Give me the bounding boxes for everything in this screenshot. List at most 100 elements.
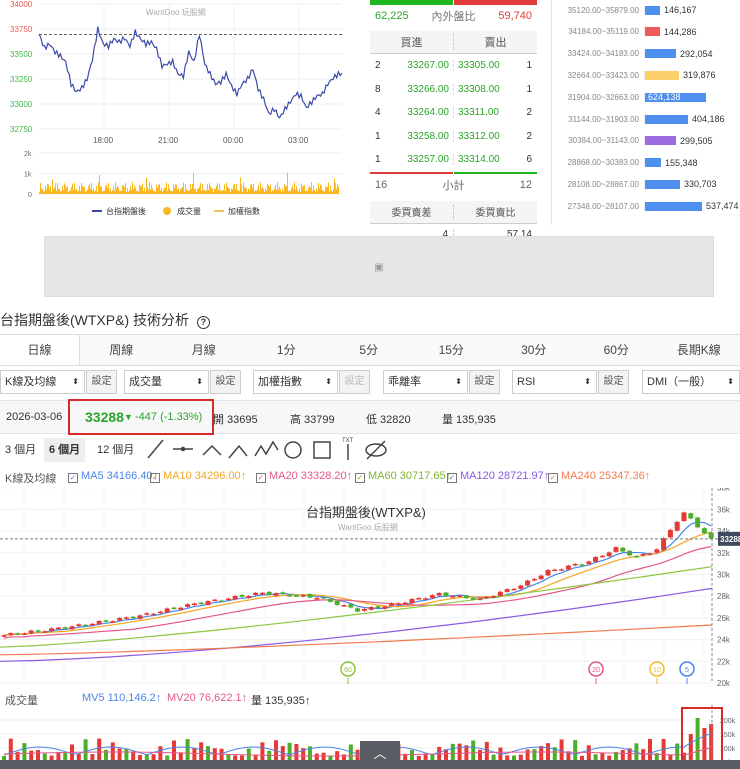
tab-5[interactable]: 15分	[410, 335, 493, 365]
volume-bar	[83, 186, 84, 194]
volume-bar	[338, 186, 339, 194]
text-icon[interactable]: TXT	[342, 438, 354, 460]
candle	[565, 565, 571, 570]
tab-8[interactable]: 長期K線	[658, 335, 740, 365]
candle	[457, 595, 463, 597]
distribution-row: 31144.00~31903.00 404,186	[555, 111, 740, 127]
candle	[144, 613, 150, 615]
candle	[171, 607, 177, 610]
ma-toggle[interactable]: ✓ MA120 28721.97↑	[447, 470, 549, 483]
checkbox-icon[interactable]: ✓	[548, 473, 558, 483]
volume-bar	[471, 740, 476, 762]
candle	[633, 556, 639, 558]
settings-button[interactable]: 設定	[598, 370, 629, 394]
volume-bar	[219, 183, 220, 194]
candle	[640, 554, 646, 556]
y-tick: 33000	[10, 100, 33, 109]
candle	[123, 617, 129, 619]
angle-line-icon[interactable]	[202, 444, 222, 456]
tab-4[interactable]: 5分	[328, 335, 411, 365]
volume-bar	[169, 188, 170, 194]
settings-button[interactable]: 設定	[469, 370, 500, 394]
trend-line-icon[interactable]	[147, 439, 164, 459]
volume-bar	[76, 188, 77, 194]
indicator-select[interactable]: 加權指數 ⬍	[253, 370, 338, 394]
candle	[531, 578, 537, 581]
distribution-bar	[644, 158, 661, 168]
range-12m-button[interactable]: 12 個月	[92, 438, 139, 462]
order-row: 4 33264.00 33311.00 2	[370, 101, 537, 125]
select-value: RSI	[517, 376, 536, 388]
order-row: 8 33266.00 33308.00 1	[370, 78, 537, 102]
candle	[355, 608, 361, 612]
indicator-select[interactable]: DMI（一般） ⬍	[642, 370, 740, 394]
distribution-value: 624,138	[648, 92, 681, 103]
ma-toggle[interactable]: ✓ MA20 33328.20↑	[256, 470, 352, 483]
chevron-up-icon: ︿	[373, 746, 387, 761]
help-icon[interactable]: ?	[196, 316, 210, 329]
checkbox-icon[interactable]: ✓	[355, 473, 365, 483]
ma-toggle[interactable]: ✓ MA10 34296.00↑	[150, 470, 246, 483]
distribution-row: 28868.00~30383.00 155,348	[555, 155, 740, 171]
down-arrow-icon: ▼	[124, 412, 133, 422]
volume-bar	[278, 189, 279, 194]
chart-watermark: WantGoo 玩股網	[338, 522, 398, 532]
volume-bar	[311, 182, 312, 194]
volume-bar	[209, 183, 210, 194]
volume-bar	[172, 191, 173, 194]
tab-0[interactable]: 日線	[0, 335, 80, 365]
checkbox-icon[interactable]: ✓	[447, 473, 457, 483]
last-price-label: 33288	[720, 535, 740, 544]
candle	[8, 633, 14, 636]
volume-bar	[131, 190, 132, 194]
volume-bar	[94, 191, 95, 194]
settings-button[interactable]: 設定	[86, 370, 117, 394]
volume-bar	[294, 182, 295, 194]
volume-bar	[201, 190, 202, 194]
volume-bar	[115, 182, 116, 194]
volume-bar	[64, 183, 65, 194]
volume-bar	[63, 190, 64, 194]
tab-3[interactable]: 1分	[245, 335, 328, 365]
range-6m-button[interactable]: 6 個月	[44, 438, 86, 462]
volume-bar	[160, 190, 161, 194]
indicator-select[interactable]: 成交量 ⬍	[124, 370, 209, 394]
ma-toggle[interactable]: ✓ MA60 30717.65↑	[355, 470, 451, 483]
checkbox-icon[interactable]: ✓	[68, 473, 78, 483]
volume-bar	[306, 190, 307, 194]
volume-bar	[145, 191, 146, 194]
rectangle-icon[interactable]	[313, 441, 331, 459]
tab-2[interactable]: 月線	[163, 335, 246, 365]
distribution-bar	[644, 70, 679, 80]
horizontal-line-icon[interactable]	[173, 446, 193, 452]
volume-bar	[107, 187, 108, 194]
indicator-select[interactable]: RSI ⬍	[512, 370, 597, 394]
volume-bar	[290, 191, 291, 194]
ma-toggle[interactable]: ✓ MA5 34166.40↓	[68, 470, 158, 483]
circle-icon[interactable]	[284, 441, 302, 459]
checkbox-icon[interactable]: ✓	[256, 473, 266, 483]
volume-bar	[168, 184, 169, 194]
volume-bar	[284, 183, 285, 194]
ma-value: MA120 28721.97↑	[460, 470, 550, 482]
volume-bar	[127, 188, 128, 194]
volume-bar	[331, 190, 332, 194]
tab-7[interactable]: 60分	[575, 335, 658, 365]
checkbox-icon[interactable]: ✓	[150, 473, 160, 483]
tab-1[interactable]: 周線	[80, 335, 163, 365]
settings-button[interactable]: 設定	[339, 370, 370, 394]
volume-bar	[71, 186, 72, 194]
ma-toggle[interactable]: ✓ MA240 25347.36↑	[548, 470, 650, 483]
indicator-select[interactable]: K線及均線 ⬍	[0, 370, 85, 394]
ask-price: 33314.00	[458, 154, 500, 166]
range-3m-button[interactable]: 3 個月	[0, 438, 41, 462]
volume-bar	[91, 182, 92, 194]
collapse-button[interactable]: ︿	[360, 741, 400, 769]
tab-6[interactable]: 30分	[493, 335, 576, 365]
hide-icon[interactable]	[365, 440, 387, 460]
abc-pattern-icon[interactable]	[228, 444, 248, 459]
indicator-select[interactable]: 乖離率 ⬍	[383, 370, 468, 394]
volume-bar	[260, 182, 261, 194]
abcd-pattern-icon[interactable]	[254, 440, 279, 457]
settings-button[interactable]: 設定	[210, 370, 241, 394]
